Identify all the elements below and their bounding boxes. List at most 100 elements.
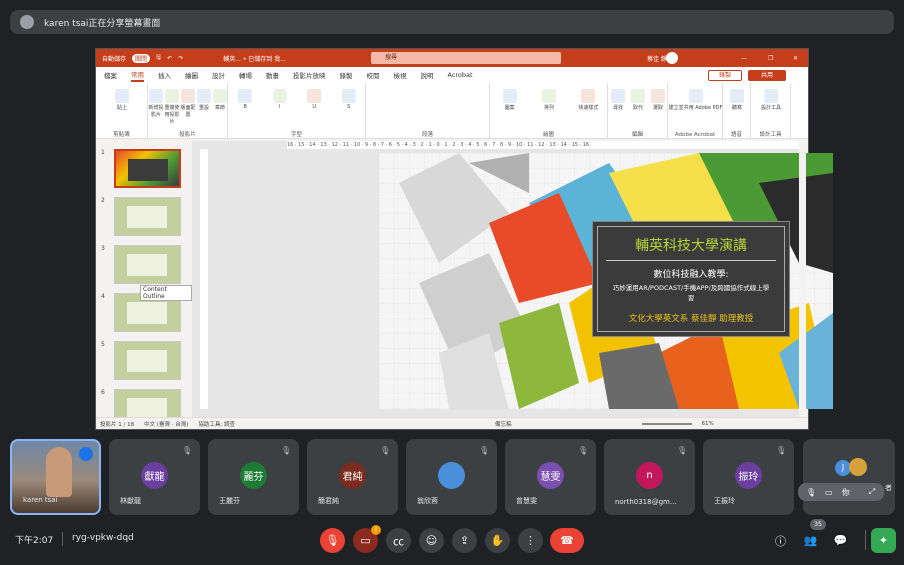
participant-tile[interactable]: 振玲 🎙 王振玲 xyxy=(703,439,794,515)
participant-name: north0318@gm... xyxy=(615,498,677,506)
tooltip: Content Outline xyxy=(140,285,192,301)
autosave-toggle[interactable]: 關閉 xyxy=(132,53,151,63)
participant-tile[interactable]: 🎙 翁欣蓉 xyxy=(406,439,497,515)
slide-thumbnail[interactable] xyxy=(114,341,181,380)
participant-name: 林獻龍 xyxy=(120,497,141,505)
tab-0[interactable]: 檔案 xyxy=(104,70,117,80)
tab-5[interactable]: 轉場 xyxy=(239,70,252,80)
tab-2[interactable]: 插入 xyxy=(158,70,171,80)
ribbon-button[interactable]: 快速樣式 xyxy=(569,89,608,111)
ribbon-button[interactable]: 圖案 xyxy=(490,89,529,111)
tab-3[interactable]: 繪圖 xyxy=(185,70,198,80)
tab-7[interactable]: 投影片放映 xyxy=(293,70,326,80)
status-language: 中文 (臺灣 · 台灣) xyxy=(144,421,189,428)
ribbon-group-label: Adobe Acrobat xyxy=(674,132,716,138)
camera-off-icon[interactable]: ▭ xyxy=(825,488,833,497)
ribbon-button-label: 選取 xyxy=(652,105,663,111)
undo-icon[interactable]: ↶ xyxy=(167,55,172,62)
tab-10[interactable]: 檢視 xyxy=(394,70,407,80)
tab-12[interactable]: Acrobat xyxy=(448,71,473,79)
chat-button[interactable]: 💬 xyxy=(828,528,853,553)
ribbon-button[interactable]: 設計工具 xyxy=(751,89,791,111)
save-icon[interactable]: 🖫 xyxy=(156,53,161,63)
slide-subtitle: 數位科技融入教學: xyxy=(653,270,729,280)
record-button[interactable]: 錄製 xyxy=(708,70,742,81)
ribbon-button[interactable]: 選取 xyxy=(648,89,668,111)
minimize-icon[interactable]: — xyxy=(741,55,747,62)
ribbon-icon xyxy=(611,89,625,103)
avatar[interactable] xyxy=(666,52,678,64)
restore-icon[interactable]: ❐ xyxy=(768,55,773,62)
ribbon-group-2: 字型 B I U S xyxy=(228,83,366,139)
ribbon-group-label: 編輯 xyxy=(631,132,643,138)
close-icon[interactable]: ✕ xyxy=(793,55,798,62)
participant-count-badge: 35 xyxy=(810,519,826,530)
meeting-details-button[interactable]: ⓘ xyxy=(768,528,793,553)
share-button[interactable]: 共用 xyxy=(748,70,786,81)
ribbon-button[interactable]: 尋找 xyxy=(608,89,628,111)
ribbon-button[interactable]: 取代 xyxy=(628,89,648,111)
participant-tile[interactable]: 麗芬 🎙 王麗芬 xyxy=(208,439,299,515)
tile-controls: 🎙 ▭ 你 ⤢ xyxy=(798,483,884,501)
tab-8[interactable]: 錄製 xyxy=(340,70,353,80)
expand-icon[interactable]: ⤢ xyxy=(869,487,875,497)
hang-up-icon: ☎ xyxy=(560,534,574,547)
slide-canvas[interactable]: 輔英科技大學演講 數位科技融入教學: 巧妙運用AR/PODCAST/手機APP/… xyxy=(379,153,833,409)
extra-tile-suffix: 者 xyxy=(885,484,892,492)
notes-button[interactable]: 備忘稿 xyxy=(495,420,512,428)
tab-1[interactable]: 常用 xyxy=(131,69,144,82)
participant-tile[interactable]: karen tsai xyxy=(10,439,101,515)
ribbon-button-label: 取代 xyxy=(632,105,643,111)
activities-button[interactable]: ✦ xyxy=(871,528,896,553)
ribbon-button[interactable]: B xyxy=(228,89,263,110)
ribbon-button[interactable]: U xyxy=(297,89,332,110)
chat-icon: 💬 xyxy=(833,534,848,547)
title-textbox[interactable]: 輔英科技大學演講 數位科技融入教學: 巧妙運用AR/PODCAST/手機APP/… xyxy=(592,221,790,337)
zoom-slider[interactable] xyxy=(641,422,692,425)
people-button[interactable]: 👥 35 xyxy=(798,519,826,553)
ribbon-button[interactable]: 章節 xyxy=(212,89,228,111)
participant-tile[interactable]: 獻龍 🎙 林獻龍 xyxy=(109,439,200,515)
search-input[interactable]: 搜尋 xyxy=(371,52,561,64)
tab-4[interactable]: 設計 xyxy=(212,70,225,80)
avatar xyxy=(849,458,867,476)
participant-tile[interactable]: n 🎙 north0318@gm... xyxy=(604,439,695,515)
tab-6[interactable]: 動畫 xyxy=(266,70,279,80)
tab-9[interactable]: 校閱 xyxy=(367,70,380,80)
raise-hand-button[interactable]: ✋ xyxy=(485,528,510,553)
slide-thumbnail[interactable] xyxy=(114,149,181,188)
ribbon-button[interactable]: 版面配置 xyxy=(180,89,196,118)
ribbon-button[interactable]: I xyxy=(263,89,298,110)
ribbon-group-6: Adobe Acrobat 建立並共用 Adobe PDF xyxy=(668,83,723,139)
mic-off-icon[interactable]: 🎙 xyxy=(806,488,816,497)
participant-tile[interactable]: 君純 🎙 簡君純 xyxy=(307,439,398,515)
status-slide-count: 投影片 1 / 18 xyxy=(100,421,135,428)
tab-11[interactable]: 說明 xyxy=(421,70,434,80)
ribbon-button[interactable]: 貼上 xyxy=(96,89,148,111)
slide-thumbnail[interactable] xyxy=(114,197,181,236)
more-options-button[interactable]: ⋮ xyxy=(518,528,543,553)
camera-toggle-button[interactable]: ▭ ! xyxy=(353,525,381,553)
slide-thumbnail[interactable] xyxy=(114,245,181,284)
ribbon-button[interactable]: 建立並共用 Adobe PDF xyxy=(668,89,723,111)
present-button[interactable]: ⇪ xyxy=(452,528,477,553)
clock: 下午2:07 xyxy=(15,536,54,546)
ribbon-button[interactable]: 排列 xyxy=(529,89,568,111)
vertical-scrollbar[interactable] xyxy=(799,141,806,417)
ribbon-button[interactable]: S xyxy=(332,89,367,110)
captions-button[interactable]: ㏄ xyxy=(386,528,411,553)
ribbon-button[interactable]: 聽寫 xyxy=(723,89,751,111)
leave-call-button[interactable]: ☎ xyxy=(550,528,584,553)
mic-toggle-button[interactable]: 🎙 xyxy=(320,528,345,553)
participant-tile[interactable]: 慧雯 🎙 曾慧雯 xyxy=(505,439,596,515)
redo-icon[interactable]: ↷ xyxy=(178,55,183,62)
ribbon-button-label: 快速樣式 xyxy=(578,105,599,111)
ribbon-button[interactable]: 重設 xyxy=(196,89,212,111)
status-accessibility[interactable]: 協助工具: 調查 xyxy=(198,420,235,428)
participant-name: 翁欣蓉 xyxy=(417,497,438,505)
ribbon-button[interactable]: 新增投影片 xyxy=(148,89,164,118)
reactions-button[interactable]: ☺ xyxy=(419,528,444,553)
ribbon-button[interactable]: 重複使用投影片 xyxy=(164,89,180,125)
extra-participants-tile[interactable]: J 🎙 ▭ 你 ⤢ 者 xyxy=(798,439,895,515)
ribbon-tabs: 檔案 常用 插入 繪圖 設計 轉場 動畫 投影片放映 錄製 校閱 檢視 說明 Acrobat xyxy=(96,67,808,83)
